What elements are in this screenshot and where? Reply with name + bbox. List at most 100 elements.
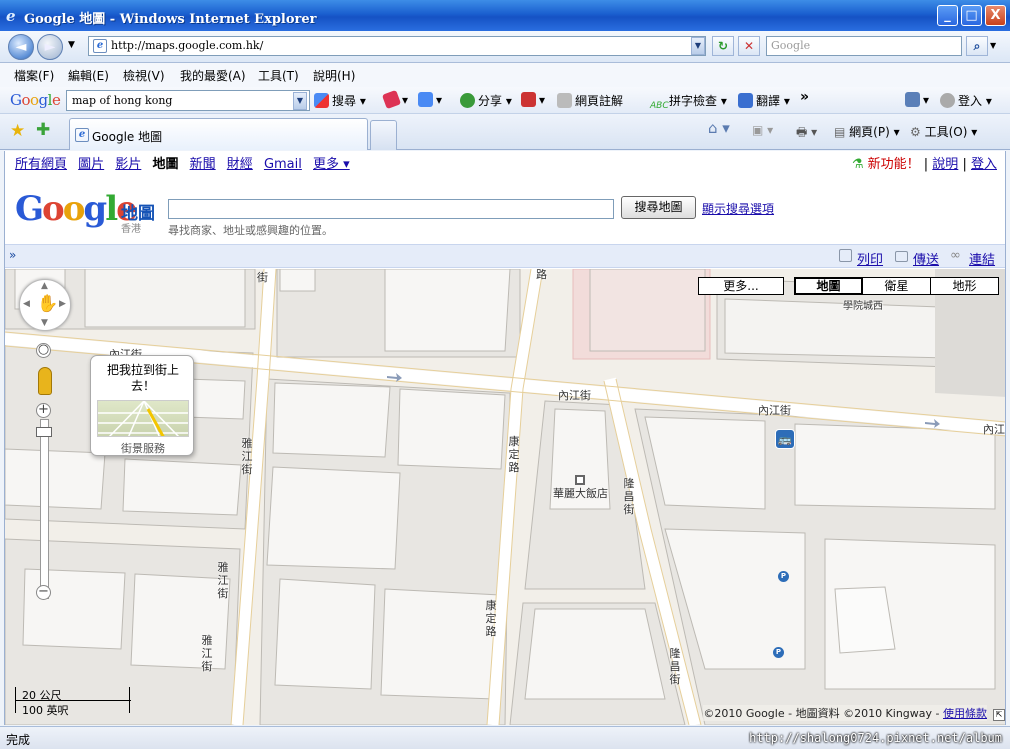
toolbar-add-button[interactable]: ▾ [418, 92, 442, 107]
pan-down-icon[interactable]: ▼ [41, 318, 48, 328]
history-dropdown-icon[interactable]: ▼ [68, 40, 75, 50]
gbar-link-more[interactable]: 更多 ▾ [313, 157, 350, 172]
parking-icon[interactable]: P [778, 571, 789, 582]
toolbar-settings-button[interactable]: ▾ [905, 92, 929, 107]
toolbar-annotate-button[interactable]: 網頁註解 [557, 92, 623, 109]
gbar-link-all[interactable]: 所有網頁 [15, 157, 67, 172]
menu-view[interactable]: 檢視(V) [123, 67, 165, 84]
toolbar-search-dropdown-icon[interactable]: ▼ [293, 92, 307, 110]
stop-button[interactable]: ✕ [738, 36, 760, 56]
menu-file[interactable]: 檔案(F) [14, 67, 54, 84]
street-label-neikong-edge: 內江 [983, 423, 1005, 436]
toolbar-share-label: 分享 [478, 94, 503, 108]
gbar-link-news[interactable]: 新聞 [190, 157, 216, 172]
gbar-link-videos[interactable]: 影片 [115, 157, 141, 172]
zoom-out-button[interactable]: − [36, 585, 51, 600]
street-label-lungcheung-1: 隆昌街 [623, 477, 635, 516]
print-icon[interactable]: 🖶 ▾ [796, 123, 817, 144]
print-link[interactable]: 列印 [857, 249, 883, 268]
add-favorite-icon[interactable]: ✚ [36, 120, 50, 140]
title-bar: e Google 地圖 - Windows Internet Explorer … [0, 0, 1010, 31]
toolbar-search-button[interactable]: 搜尋 ▾ [314, 92, 366, 109]
hotel-poi-icon[interactable] [575, 475, 585, 485]
pan-control[interactable]: ▲ ▼ ◀ ▶ ✋ [19, 279, 71, 331]
menu-favorites[interactable]: 我的最愛(A) [180, 67, 246, 84]
pan-right-icon[interactable]: ▶ [59, 299, 66, 309]
parking-icon[interactable]: P [773, 647, 784, 658]
new-tab-button[interactable] [370, 120, 397, 150]
page-favicon-icon: e [93, 39, 107, 53]
map-type-satellite-button[interactable]: 衛星 [862, 277, 931, 295]
map-type-map-button[interactable]: 地圖 [794, 277, 863, 295]
zoom-slider[interactable] [40, 419, 49, 599]
google-toolbar-search-input[interactable]: map of hong kong [66, 90, 310, 111]
search-hint: 尋找商家、地址或感興趣的位置。 [168, 224, 333, 237]
terms-of-use-link[interactable]: 使用條款 [943, 707, 987, 720]
address-dropdown-icon[interactable]: ▼ [691, 37, 705, 55]
google-toolbar-logo[interactable]: Google [10, 91, 61, 109]
expand-panel-button[interactable]: » [9, 248, 16, 262]
new-feature-link[interactable]: 新功能！ [868, 157, 920, 172]
minimize-button[interactable]: _ [937, 5, 958, 26]
tools-menu-button[interactable]: ⚙ 工具(O) ▾ [910, 123, 977, 140]
annotate-icon [557, 93, 572, 108]
google-logo[interactable]: Google [15, 189, 138, 229]
zoom-slider-thumb[interactable] [36, 427, 52, 437]
maximize-button[interactable]: □ [961, 5, 982, 26]
show-search-options-link[interactable]: 顯示搜尋選項 [702, 200, 774, 217]
map-canvas[interactable]: 內江街 內江街 內江街 內江 雅江街 雅江街 雅江街 康定路 康定路 隆昌街 隆… [5, 269, 1005, 725]
signin-link[interactable]: 登入 [971, 157, 997, 172]
gbar-link-images[interactable]: 圖片 [78, 157, 104, 172]
toolbar-popup-button[interactable]: ▾ [521, 92, 545, 107]
map-action-bar: » 列印 傳送 ∞ 連結 [5, 244, 1005, 268]
zoom-extent-button[interactable]: ○ [36, 343, 51, 358]
menu-edit[interactable]: 編輯(E) [68, 67, 109, 84]
streetview-popup[interactable]: 把我拉到街上去！ 街景服務 [90, 355, 194, 456]
live-search-input[interactable]: Google [766, 36, 962, 56]
help-link[interactable]: 說明 [932, 157, 958, 172]
pan-left-icon[interactable]: ◀ [23, 299, 30, 309]
forward-button[interactable]: ► [37, 34, 63, 60]
overview-map-toggle-icon[interactable]: ⇱ [993, 709, 1005, 721]
refresh-button[interactable]: ↻ [712, 36, 734, 56]
toolbar-share-button[interactable]: 分享 ▾ [460, 92, 512, 109]
gbar-link-gmail[interactable]: Gmail [264, 157, 302, 172]
send-link[interactable]: 傳送 [913, 249, 939, 268]
watermark-text: http://shalong0724.pixnet.net/album [749, 731, 1002, 745]
map-type-terrain-button[interactable]: 地形 [930, 277, 999, 295]
pegman-icon[interactable] [38, 367, 52, 395]
streetview-thumbnail-graphic [98, 401, 188, 436]
menu-tools[interactable]: 工具(T) [258, 67, 299, 84]
more-layers-button[interactable]: 更多... [698, 277, 784, 295]
pan-up-icon[interactable]: ▲ [41, 281, 48, 291]
search-maps-button[interactable]: 搜尋地圖 [621, 196, 696, 219]
menu-help[interactable]: 說明(H) [313, 67, 355, 84]
user-icon [940, 93, 955, 108]
maps-search-input[interactable] [168, 199, 614, 219]
tools-menu-label: 工具(O) [924, 125, 968, 139]
back-button[interactable]: ◄ [8, 34, 34, 60]
scale-imperial-label: 100 英呎 [22, 704, 69, 717]
address-input[interactable]: e http://maps.google.com.hk/ [88, 36, 706, 56]
plus-icon [418, 92, 433, 107]
link-link[interactable]: 連結 [969, 249, 995, 268]
toolbar-bookmark-button[interactable]: ▾ [381, 89, 408, 110]
zoom-in-button[interactable]: + [36, 403, 51, 418]
gbar-link-finance[interactable]: 財經 [227, 157, 253, 172]
home-icon[interactable]: ⌂ ▾ [708, 119, 730, 137]
toolbar-spellcheck-button[interactable]: ABC拼字檢查 ▾ [650, 92, 727, 116]
toolbar-more-button[interactable]: » [800, 89, 809, 105]
tab-google-maps[interactable]: e Google 地圖 [69, 118, 368, 150]
toolbar-signin-button[interactable]: 登入 ▾ [940, 92, 992, 109]
page-menu-button[interactable]: ▤ 網頁(P) ▾ [834, 123, 900, 140]
feeds-icon[interactable]: ▣ ▾ [752, 123, 773, 137]
search-options-icon[interactable]: ▼ [990, 41, 996, 50]
toolbar-translate-button[interactable]: 翻譯 ▾ [738, 92, 790, 109]
bus-stop-icon[interactable]: 🚌 [775, 429, 795, 449]
favorites-star-icon[interactable]: ★ [10, 121, 25, 141]
search-button[interactable]: ⌕ [966, 36, 988, 56]
tab-label: Google 地圖 [92, 130, 163, 144]
address-text: http://maps.google.com.hk/ [111, 39, 264, 52]
close-button[interactable]: X [985, 5, 1006, 26]
poi-label-hotel[interactable]: 華麗大飯店 [553, 485, 608, 501]
